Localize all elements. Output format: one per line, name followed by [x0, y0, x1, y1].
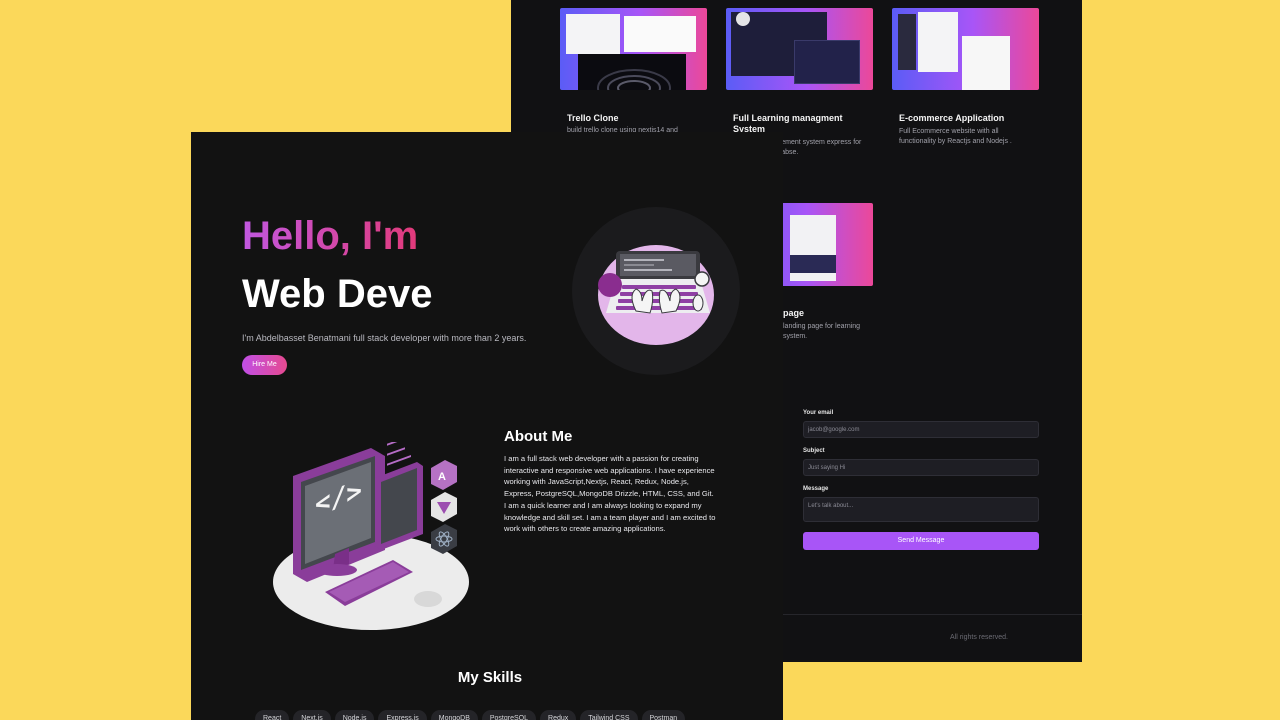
skill-chip: Redux: [540, 710, 577, 720]
footer-copyright: All rights reserved.: [950, 634, 1008, 641]
project-title: E-commerce Application: [899, 113, 1005, 123]
project-description: Full Ecommerce website with all function…: [899, 128, 1012, 145]
about-illustration: </> A: [271, 435, 471, 632]
about-text: I am a full stack web developer with a p…: [504, 454, 716, 534]
skill-chip: MongoDB: [430, 710, 478, 720]
typing-developer-icon: [598, 245, 714, 345]
email-field[interactable]: jacob@google.com: [803, 421, 1039, 438]
skill-chip: Node.js: [334, 710, 375, 720]
hero-illustration: [572, 207, 740, 375]
subject-field[interactable]: Just saying Hi: [803, 459, 1039, 476]
email-label: Your email: [803, 410, 834, 416]
skills-title: My Skills: [457, 669, 523, 686]
message-label: Message: [803, 486, 829, 492]
skill-chip: Next.js: [293, 710, 331, 720]
skill-chip: Express.js: [378, 710, 427, 720]
skill-chip: Postman: [641, 710, 686, 720]
project-title: page: [783, 308, 805, 318]
skill-chip: Tailwind CSS: [580, 710, 638, 720]
portfolio-home-window: Hello, I'm Web Deve I'm Abdelbasset Bena…: [191, 132, 783, 720]
skill-chip: PostgreSQL: [481, 710, 537, 720]
send-message-button[interactable]: Send Message: [803, 532, 1039, 550]
project-description: landing page for learning system.: [783, 323, 861, 340]
project-thumbnail-lms[interactable]: [726, 8, 873, 90]
skills-list: React Next.js Node.js Express.js MongoDB…: [255, 710, 686, 720]
message-field[interactable]: Let's talk about...: [803, 497, 1039, 522]
footer-divider: [783, 614, 1082, 615]
angular-icon: A: [438, 471, 446, 483]
project-thumbnail-ecommerce[interactable]: [892, 8, 1039, 90]
skill-chip: React: [255, 710, 290, 720]
project-thumbnail-trello[interactable]: [560, 8, 707, 90]
hero-greeting: Hello, I'm: [242, 214, 419, 258]
monitor-icon: </> A: [273, 435, 469, 630]
about-title: About Me: [504, 428, 573, 445]
hero-role: Web Deve: [242, 272, 433, 316]
subject-label: Subject: [803, 448, 825, 454]
project-title: Trello Clone: [567, 113, 619, 123]
hero-intro: I'm Abdelbasset Benatmani full stack dev…: [242, 333, 527, 343]
hire-me-button[interactable]: Hire Me: [242, 355, 287, 375]
